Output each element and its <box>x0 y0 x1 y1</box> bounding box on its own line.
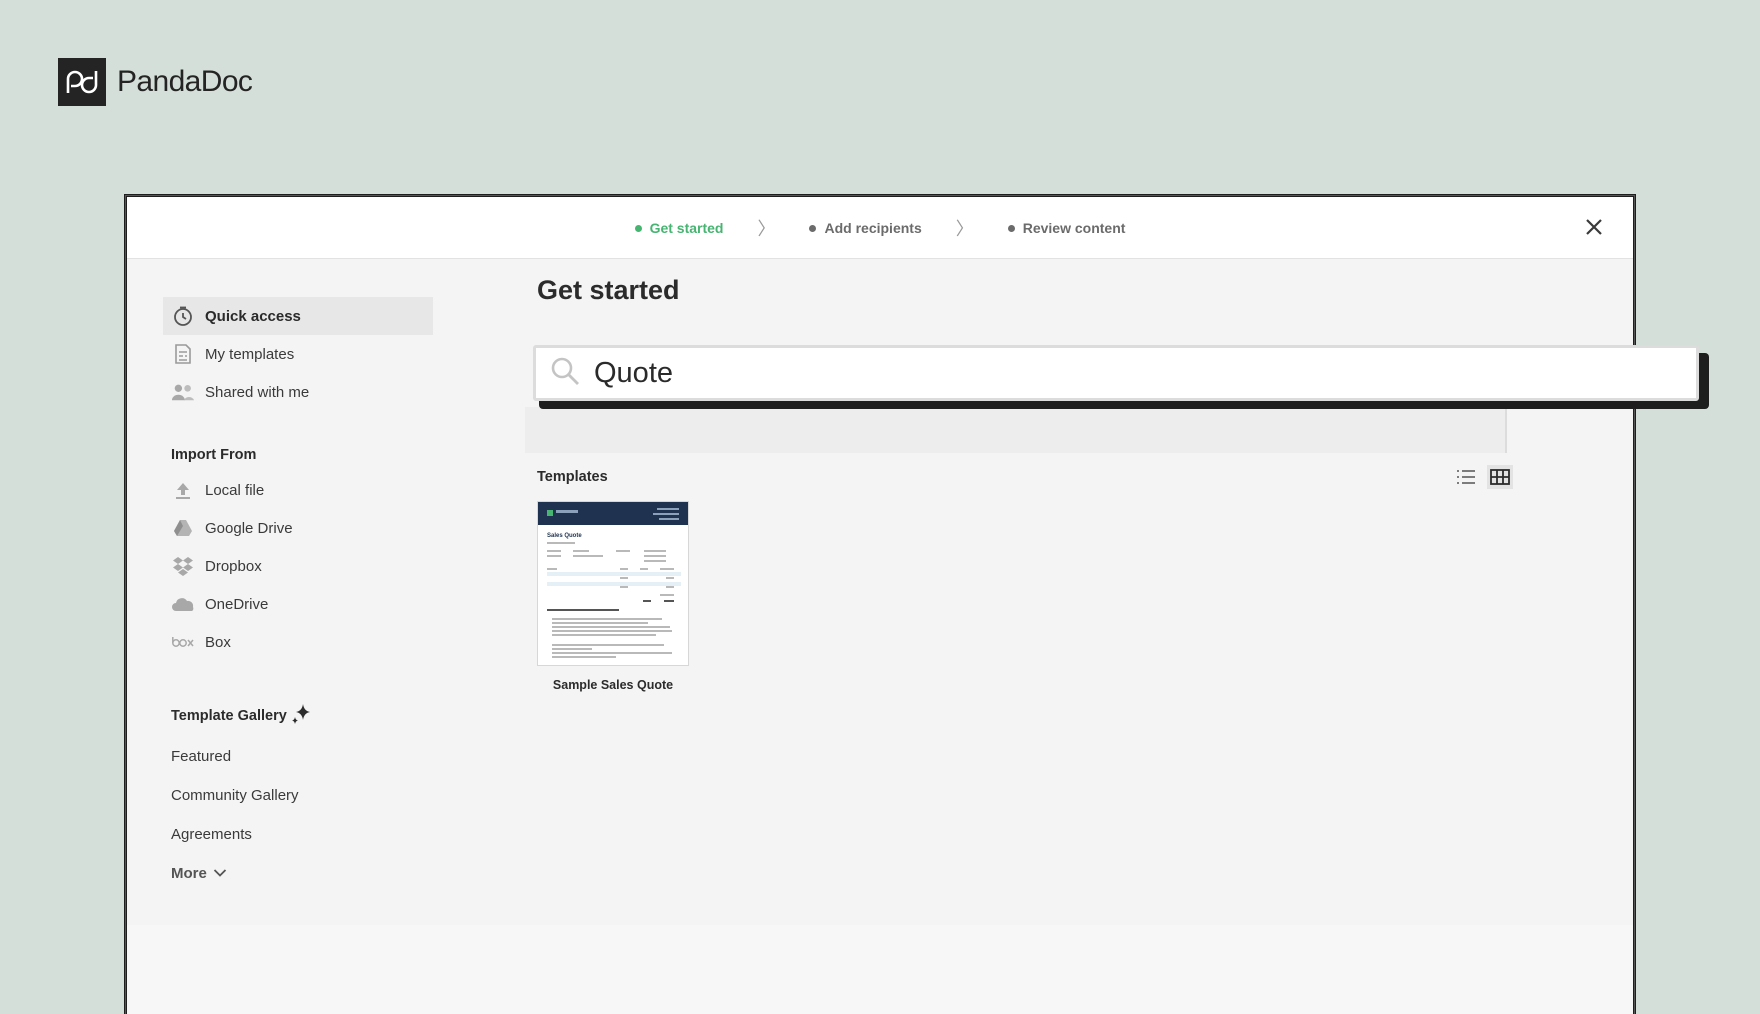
sidebar-item-quick-access[interactable]: Quick access <box>163 297 433 335</box>
sidebar-item-label: Shared with me <box>205 383 310 401</box>
step-review-content[interactable]: Review content <box>1007 220 1126 236</box>
search-field[interactable] <box>533 345 1699 401</box>
step-add-recipients[interactable]: Add recipients <box>809 220 922 236</box>
import-label: Dropbox <box>205 557 262 575</box>
import-label: Google Drive <box>205 519 293 537</box>
list-view-icon[interactable] <box>1453 465 1479 489</box>
brand-logo: PandaDoc <box>58 58 253 106</box>
import-from-heading: Import From <box>171 447 257 463</box>
thumbnail-title: Sales Quote <box>547 533 582 539</box>
import-google-drive[interactable]: Google Drive <box>163 509 433 547</box>
import-local-file[interactable]: Local file <box>163 471 433 509</box>
sidebar: Quick access My templates Shared with me… <box>163 297 433 893</box>
more-button[interactable]: More <box>163 854 433 893</box>
sidebar-item-shared-with-me[interactable]: Shared with me <box>163 373 433 411</box>
dialog-footer-area <box>127 925 1633 1014</box>
search-results-dropdown <box>525 407 1507 453</box>
template-card[interactable]: Sales Quote Sample Sales Quote <box>537 501 689 692</box>
template-thumbnail: Sales Quote <box>537 501 689 666</box>
brand-name: PandaDoc <box>117 65 253 98</box>
box-icon <box>171 630 195 654</box>
template-icon <box>171 342 195 366</box>
template-card-name: Sample Sales Quote <box>552 678 674 692</box>
grid-view-icon[interactable] <box>1487 465 1513 489</box>
template-gallery-heading: Template Gallery <box>163 703 433 729</box>
template-gallery-label: Template Gallery <box>171 708 287 724</box>
sidebar-item-label: My templates <box>205 345 295 363</box>
upload-icon <box>171 478 195 502</box>
pandadoc-logo-icon <box>58 58 106 106</box>
templates-heading: Templates <box>537 469 608 485</box>
step-dot-icon <box>809 224 817 232</box>
sparkle-icon <box>291 703 311 729</box>
sidebar-item-label: Quick access <box>205 307 301 325</box>
wizard-steps: Get started 〉 Add recipients 〉 Review co… <box>127 197 1633 259</box>
gallery-item-community-gallery[interactable]: Community Gallery <box>163 776 433 815</box>
chevron-right-icon: 〉 <box>955 219 974 239</box>
create-document-dialog: Get started 〉 Add recipients 〉 Review co… <box>124 194 1709 1014</box>
gallery-item-featured[interactable]: Featured <box>163 737 433 776</box>
close-icon[interactable] <box>1583 216 1605 238</box>
gallery-item-agreements[interactable]: Agreements <box>163 815 433 854</box>
more-label: More <box>171 865 207 882</box>
step-dot-icon <box>634 224 642 232</box>
step-dot-icon <box>1007 224 1015 232</box>
chevron-right-icon: 〉 <box>757 219 776 239</box>
step-label: Review content <box>1022 220 1126 236</box>
clock-icon <box>171 304 195 328</box>
onedrive-icon <box>171 592 195 616</box>
view-toggle <box>1453 465 1513 489</box>
step-label: Add recipients <box>824 220 922 236</box>
import-label: Local file <box>205 481 265 499</box>
search-icon <box>550 356 580 391</box>
step-get-started[interactable]: Get started <box>634 220 724 236</box>
dropbox-icon <box>171 554 195 578</box>
import-label: Box <box>205 633 231 651</box>
google-drive-icon <box>171 516 195 540</box>
wizard-topbar: Get started 〉 Add recipients 〉 Review co… <box>127 197 1633 259</box>
import-onedrive[interactable]: OneDrive <box>163 585 433 623</box>
chevron-down-icon <box>213 865 227 882</box>
search-input[interactable] <box>594 356 1594 390</box>
users-icon <box>171 380 195 404</box>
import-box[interactable]: Box <box>163 623 433 661</box>
page-title: Get started <box>537 275 680 305</box>
import-dropbox[interactable]: Dropbox <box>163 547 433 585</box>
sidebar-item-my-templates[interactable]: My templates <box>163 335 433 373</box>
step-label: Get started <box>649 220 724 236</box>
import-label: OneDrive <box>205 595 269 613</box>
